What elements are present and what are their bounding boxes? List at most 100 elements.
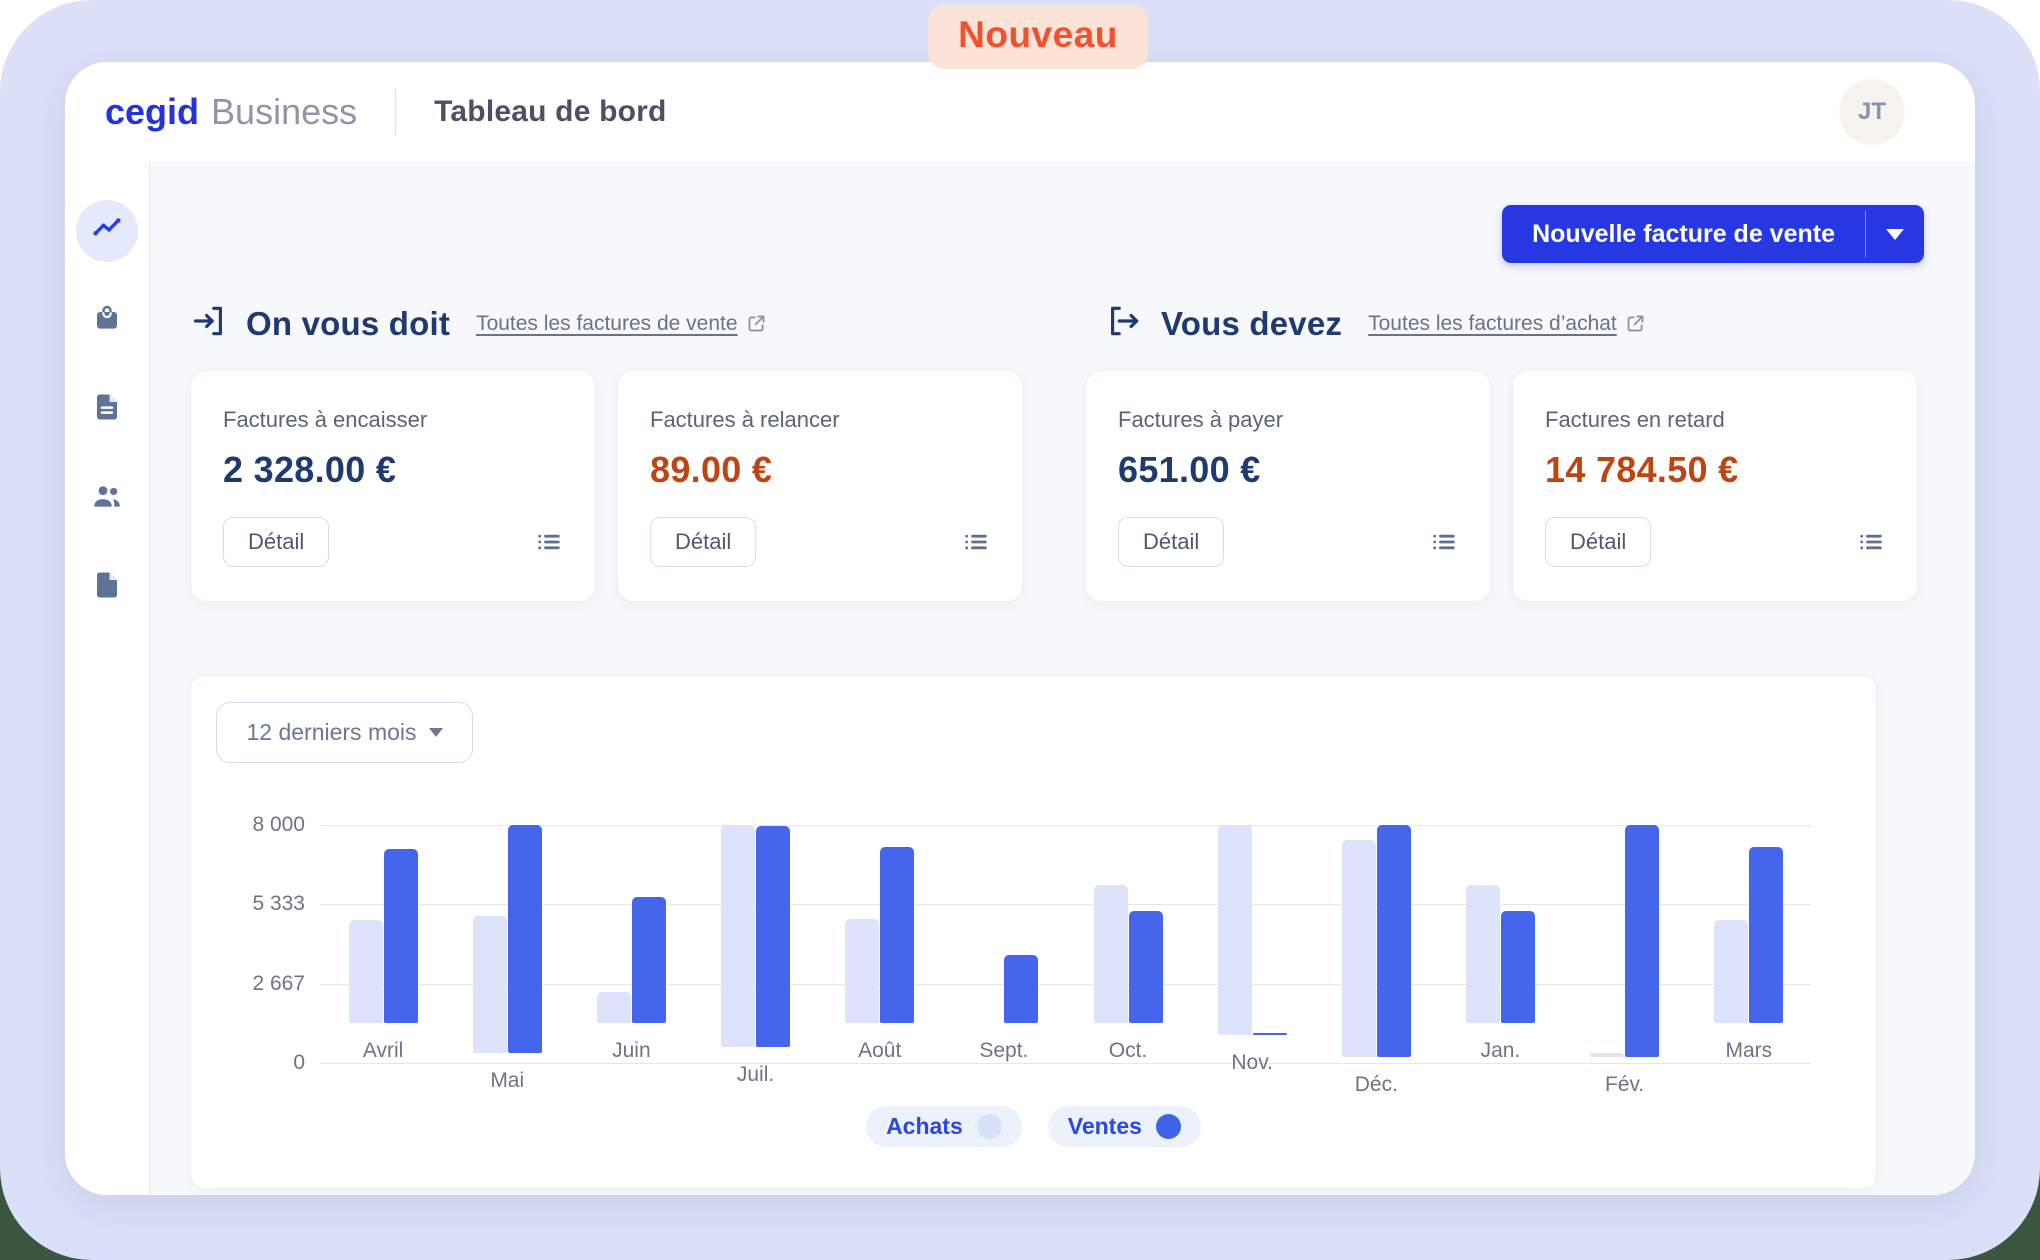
list-icon[interactable] <box>962 528 990 556</box>
card-factures-a-relancer: Factures à relancer 89.00 € Détail <box>617 370 1023 602</box>
section-title: On vous doit <box>246 305 450 343</box>
detail-button[interactable]: Détail <box>1545 517 1651 567</box>
card-amount: 651.00 € <box>1118 449 1458 491</box>
page-title: Tableau de bord <box>434 95 666 129</box>
y-axis-tick: 2 667 <box>252 972 305 996</box>
bar-ventes-Nov[interactable] <box>1253 1033 1287 1035</box>
bar-ventes-Mars[interactable] <box>1749 847 1783 1023</box>
card-factures-a-payer: Factures à payer 651.00 € Détail <box>1085 370 1491 602</box>
external-link-icon <box>746 313 767 334</box>
chevron-down-icon <box>1886 229 1904 240</box>
detail-button[interactable]: Détail <box>650 517 756 567</box>
x-axis-label: Mai <box>490 1069 524 1093</box>
bar-ventes-Juin[interactable] <box>632 897 666 1023</box>
bar-ventes-Août[interactable] <box>880 847 914 1023</box>
x-axis-label: Déc. <box>1355 1073 1398 1097</box>
bar-achats-Fév[interactable] <box>1590 1053 1624 1057</box>
bar-achats-Juil[interactable] <box>721 825 755 1047</box>
header-divider <box>395 89 396 135</box>
detail-button[interactable]: Détail <box>1118 517 1224 567</box>
bar-ventes-Mai[interactable] <box>508 825 542 1053</box>
x-axis-label: Juin <box>612 1039 651 1063</box>
list-icon[interactable] <box>1857 528 1885 556</box>
legend-achats[interactable]: Achats <box>866 1106 1022 1147</box>
card-factures-a-encaisser: Factures à encaisser 2 328.00 € Détail <box>190 370 596 602</box>
bar-chart: 02 6675 3338 000AvrilMaiJuinJuil.AoûtSep… <box>321 825 1811 1063</box>
card-amount: 89.00 € <box>650 449 990 491</box>
bar-achats-Août[interactable] <box>845 919 879 1023</box>
bar-group: Avril <box>343 825 423 1063</box>
main-content: Nouvelle facture de vente On vous doit T… <box>150 162 1975 1195</box>
sidebar-item-sales[interactable] <box>76 289 138 351</box>
card-amount: 2 328.00 € <box>223 449 563 491</box>
bar-ventes-Déc[interactable] <box>1377 825 1411 1057</box>
bar-achats-Mars[interactable] <box>1714 920 1748 1023</box>
bar-group: Mai <box>467 825 547 1063</box>
bar-group: Fév. <box>1585 825 1665 1063</box>
detail-button[interactable]: Détail <box>223 517 329 567</box>
bar-group: Août <box>840 825 920 1063</box>
bar-group: Juil. <box>716 825 796 1063</box>
bar-group: Jan. <box>1460 825 1540 1063</box>
nouveau-badge: Nouveau <box>928 5 1148 69</box>
all-purchase-invoices-link[interactable]: Toutes les factures d’achat <box>1368 312 1646 336</box>
ventes-dot-icon <box>1156 1114 1181 1139</box>
sidebar-item-documents[interactable] <box>76 556 138 618</box>
brand-cegid: cegid <box>105 91 199 133</box>
shopping-bag-icon <box>92 303 122 338</box>
card-title: Factures à relancer <box>650 407 990 433</box>
bar-ventes-Fév[interactable] <box>1625 825 1659 1057</box>
y-axis-tick: 5 333 <box>252 892 305 916</box>
achats-dot-icon <box>977 1114 1002 1139</box>
all-sales-invoices-link[interactable]: Toutes les factures de vente <box>476 312 767 336</box>
new-sale-invoice-button[interactable]: Nouvelle facture de vente <box>1502 205 1865 263</box>
external-link-icon <box>1625 313 1646 334</box>
bar-group: Mars <box>1709 825 1789 1063</box>
list-icon[interactable] <box>535 528 563 556</box>
bar-group: Sept. <box>964 825 1044 1063</box>
y-axis-tick: 8 000 <box>252 813 305 837</box>
bar-group: Déc. <box>1336 825 1416 1063</box>
bar-group: Juin <box>591 825 671 1063</box>
card-title: Factures à encaisser <box>223 407 563 433</box>
bar-ventes-Juil[interactable] <box>756 826 790 1046</box>
card-factures-en-retard: Factures en retard 14 784.50 € Détail <box>1512 370 1918 602</box>
bar-achats-Oct[interactable] <box>1094 885 1128 1023</box>
sidebar-item-contacts[interactable] <box>76 467 138 529</box>
section-title: Vous devez <box>1161 305 1342 343</box>
trending-icon <box>90 212 124 251</box>
brand-logo: cegid Business <box>105 91 357 133</box>
chevron-down-icon <box>429 728 443 737</box>
list-icon[interactable] <box>1430 528 1458 556</box>
bar-ventes-Oct[interactable] <box>1129 911 1163 1023</box>
avatar[interactable]: JT <box>1839 79 1905 145</box>
x-axis-label: Août <box>858 1039 901 1063</box>
bar-achats-Jan[interactable] <box>1466 885 1500 1023</box>
bar-achats-Juin[interactable] <box>597 992 631 1023</box>
bar-group: Nov. <box>1212 825 1292 1063</box>
sidebar-item-invoices[interactable] <box>76 378 138 440</box>
x-axis-label: Fév. <box>1605 1073 1644 1097</box>
new-invoice-dropdown-toggle[interactable] <box>1866 205 1924 263</box>
sidebar <box>65 162 150 1195</box>
new-sale-invoice-split-button[interactable]: Nouvelle facture de vente <box>1502 205 1924 263</box>
section-on-vous-doit: On vous doit Toutes les factures de vent… <box>190 302 767 345</box>
bar-ventes-Sept[interactable] <box>1004 955 1038 1023</box>
x-axis-label: Jan. <box>1481 1039 1521 1063</box>
logout-arrow-icon <box>1105 302 1143 345</box>
y-axis-tick: 0 <box>293 1051 305 1075</box>
bar-achats-Déc[interactable] <box>1342 840 1376 1057</box>
bar-ventes-Jan[interactable] <box>1501 911 1535 1023</box>
gridline <box>321 1063 1811 1064</box>
file-icon <box>92 570 122 605</box>
sidebar-item-activity[interactable] <box>76 200 138 262</box>
bar-achats-Mai[interactable] <box>473 916 507 1053</box>
legend-ventes[interactable]: Ventes <box>1048 1106 1201 1147</box>
x-axis-label: Avril <box>363 1039 403 1063</box>
period-selector[interactable]: 12 derniers mois <box>216 702 473 763</box>
bar-ventes-Avril[interactable] <box>384 849 418 1023</box>
chart-legend: Achats Ventes <box>191 1106 1876 1147</box>
bar-achats-Avril[interactable] <box>349 920 383 1023</box>
x-axis-label: Juil. <box>737 1063 774 1087</box>
bar-achats-Nov[interactable] <box>1218 825 1252 1035</box>
